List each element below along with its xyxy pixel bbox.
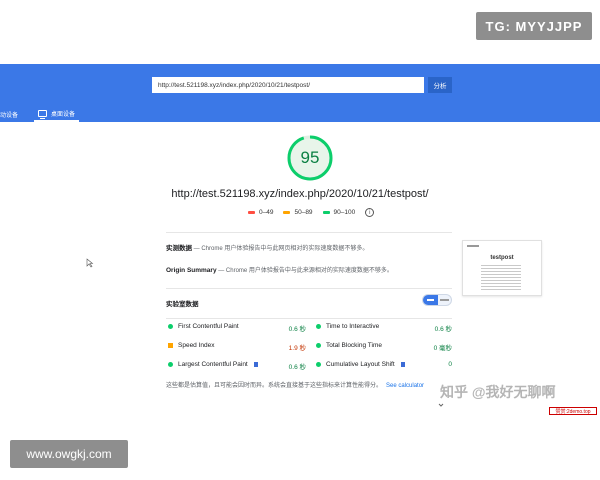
tab-mobile-label: 动设备 bbox=[0, 112, 19, 119]
mouse-cursor-icon bbox=[86, 258, 94, 268]
legend-label: 50–89 bbox=[294, 209, 313, 216]
monitor-icon bbox=[38, 109, 47, 119]
metric-tti: Time to Interactive bbox=[316, 323, 379, 330]
metric-label: Cumulative Layout Shift bbox=[326, 361, 395, 368]
metric-value: 0.6 秒 bbox=[288, 326, 306, 333]
pass-dot-icon bbox=[316, 362, 321, 367]
bookmark-icon bbox=[400, 362, 405, 367]
origin-summary-row: Origin Summary — Chrome 用户体验报告中与此来源相对的实际… bbox=[166, 265, 393, 274]
average-square-icon bbox=[168, 343, 173, 348]
field-data-row: 实测数据 — Chrome 用户体验报告中与此网页相对的实际速度数据不够多。 bbox=[166, 242, 368, 252]
info-icon[interactable]: i bbox=[365, 208, 375, 217]
pass-dot-icon bbox=[168, 324, 173, 329]
divider bbox=[166, 318, 452, 319]
pass-dot-icon bbox=[316, 324, 321, 329]
site-watermark: www.owgkj.com bbox=[10, 440, 128, 468]
lab-data-footnote: 这些都是估算值，且可能会因时而异。系统会直接基于这些指标来计算性能得分。 See … bbox=[166, 380, 424, 389]
field-data-title: 实测数据 bbox=[166, 245, 192, 252]
metric-label: Largest Contentful Paint bbox=[178, 361, 248, 368]
metric-label: First Contentful Paint bbox=[178, 323, 239, 330]
red-label-watermark: 赞赏:2demo.top bbox=[549, 407, 597, 415]
origin-summary-text: — Chrome 用户体验报告中与此来源相对的实际速度数据不够多。 bbox=[218, 268, 393, 274]
metric-fcp: First Contentful Paint bbox=[168, 323, 239, 330]
field-data-text: — Chrome 用户体验报告中与此网页相对的实际速度数据不够多。 bbox=[193, 246, 369, 252]
tab-desktop-label: 桌面设备 bbox=[51, 111, 76, 118]
metric-cls: Cumulative Layout Shift bbox=[316, 361, 405, 368]
metric-label: Total Blocking Time bbox=[326, 342, 382, 349]
score-legend: 0–49 50–89 90–100 i bbox=[248, 208, 375, 217]
legend-swatch-orange bbox=[283, 211, 291, 214]
origin-summary-title: Origin Summary bbox=[166, 267, 217, 274]
metric-value: 0.6 秒 bbox=[434, 326, 452, 333]
metric-value: 1.9 秒 bbox=[288, 345, 306, 352]
metric-value: 0 bbox=[448, 361, 452, 368]
analyze-button[interactable]: 分析 bbox=[428, 77, 452, 93]
footnote-text: 这些都是估算值，且可能会因时而异。系统会直接基于这些指标来计算性能得分。 bbox=[166, 383, 383, 389]
see-calculator-link[interactable]: See calculator bbox=[386, 383, 424, 389]
divider bbox=[166, 232, 452, 233]
legend-item-pass: 90–100 bbox=[322, 209, 356, 216]
pass-dot-icon bbox=[168, 362, 173, 367]
legend-swatch-red bbox=[248, 211, 255, 214]
bookmark-icon bbox=[253, 362, 258, 367]
report-url: http://test.521198.xyz/index.php/2020/10… bbox=[171, 188, 429, 200]
tab-desktop[interactable]: 桌面设备 bbox=[34, 106, 80, 122]
chevron-down-icon[interactable] bbox=[438, 402, 444, 408]
metric-label: Speed Index bbox=[178, 342, 215, 349]
legend-item-fail: 0–49 bbox=[248, 209, 273, 216]
legend-label: 0–49 bbox=[259, 209, 274, 216]
zhihu-watermark: 知乎 @我好无聊啊 bbox=[440, 384, 556, 400]
tg-watermark: TG: MYYJJPP bbox=[476, 12, 592, 40]
divider bbox=[166, 288, 452, 289]
legend-swatch-green bbox=[322, 211, 330, 214]
pass-dot-icon bbox=[316, 343, 321, 348]
legend-item-average: 50–89 bbox=[283, 209, 313, 216]
page-screenshot-thumbnail: testpost bbox=[462, 240, 542, 296]
metrics-view-toggle[interactable] bbox=[422, 294, 452, 306]
thumbnail-text-lines bbox=[481, 265, 521, 291]
metric-tbt: Total Blocking Time bbox=[316, 342, 382, 349]
header-bar: 分析 动设备 桌面设备 bbox=[0, 64, 600, 122]
metric-speed-index: Speed Index bbox=[168, 342, 215, 349]
toggle-expanded-icon[interactable] bbox=[440, 299, 449, 301]
thumbnail-nav bbox=[467, 245, 479, 247]
score-value: 95 bbox=[300, 148, 320, 167]
url-input[interactable] bbox=[152, 77, 424, 93]
metric-value: 0 毫秒 bbox=[433, 345, 452, 352]
metric-lcp: Largest Contentful Paint bbox=[168, 361, 258, 368]
metric-label: Time to Interactive bbox=[326, 323, 380, 330]
thumbnail-title: testpost bbox=[490, 255, 514, 261]
metric-value: 0.6 秒 bbox=[288, 364, 306, 371]
legend-label: 90–100 bbox=[333, 209, 356, 216]
tab-mobile[interactable]: 动设备 bbox=[0, 106, 18, 122]
lab-data-title: 实验室数据 bbox=[166, 301, 199, 308]
toggle-compact-icon[interactable] bbox=[423, 295, 438, 305]
